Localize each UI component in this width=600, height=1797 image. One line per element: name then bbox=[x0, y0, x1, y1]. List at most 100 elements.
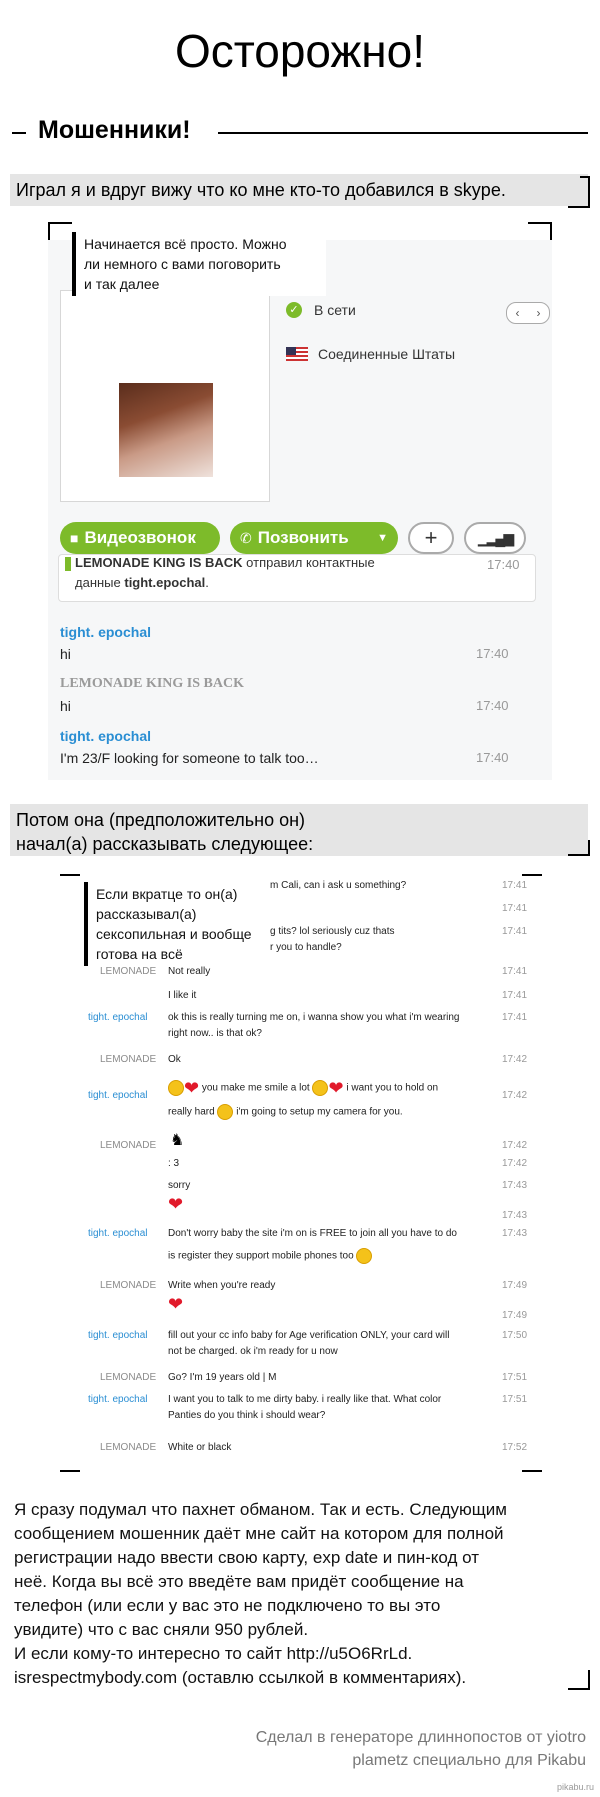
message-text: really hard bbox=[168, 1106, 215, 1118]
phone-icon: ✆ bbox=[240, 529, 252, 546]
story-paragraph: Я сразу подумал что пахнет обманом. Так … bbox=[14, 1498, 574, 1690]
smile-emoji-icon bbox=[356, 1248, 373, 1264]
call-button[interactable]: ✆ Позвонить ▼ bbox=[230, 522, 398, 554]
message-text: ok this is really turning me on, i wanna… bbox=[168, 1012, 460, 1023]
message-text: i'm going to setup my camera for you. bbox=[236, 1106, 403, 1118]
chevron-right-icon[interactable]: › bbox=[537, 306, 541, 320]
message-time: 17:41 bbox=[502, 966, 528, 977]
annotation-1: Начинается всё просто. Можно ли немного … bbox=[72, 232, 326, 296]
section-heading: Мошенники! bbox=[38, 116, 191, 144]
caption-1-corner-bottom bbox=[568, 196, 590, 208]
video-camera-icon: ■ bbox=[70, 530, 79, 546]
add-contact-button[interactable]: + bbox=[408, 522, 454, 554]
message-sender: tight. epochal bbox=[88, 1012, 148, 1023]
message-text: hi bbox=[60, 646, 71, 662]
message-time: 17:49 bbox=[502, 1280, 528, 1291]
message-text: White or black bbox=[168, 1442, 232, 1453]
footer-line: plametz специально для Pikabu bbox=[352, 1752, 586, 1769]
message-time: 17:42 bbox=[502, 1140, 528, 1151]
message-time: 17:49 bbox=[502, 1310, 528, 1321]
annotation-line: готова на всё bbox=[96, 946, 183, 962]
paragraph-line: Я сразу подумал что пахнет обманом. Так … bbox=[14, 1500, 507, 1519]
message-sender: LEMONADE KING IS BACK bbox=[60, 676, 244, 691]
wink-emoji-icon bbox=[217, 1104, 234, 1120]
paragraph-line: isrespectmybody.com (оставлю ссылкой в к… bbox=[14, 1668, 467, 1687]
message-time: 17:52 bbox=[502, 1442, 528, 1453]
watermark: pikabu.ru bbox=[556, 1782, 594, 1792]
plus-icon: + bbox=[424, 525, 438, 550]
profile-photo bbox=[119, 383, 213, 477]
message-sender: LEMONADE bbox=[100, 1140, 157, 1151]
paragraph-corner bbox=[568, 1670, 590, 1690]
message-sender: LEMONADE bbox=[100, 966, 157, 977]
message-text: you make me smile a lot bbox=[201, 1082, 310, 1094]
notice-marker bbox=[65, 557, 71, 571]
heart-emoji-icon: ❤ bbox=[184, 1078, 200, 1098]
status-row: ✓ В сети bbox=[286, 302, 356, 318]
message-time: 17:41 bbox=[502, 903, 528, 914]
video-call-button[interactable]: ■ Видеозвонок bbox=[60, 522, 220, 554]
annotation-line: сексопильная и вообще bbox=[96, 926, 252, 942]
annotation-line: ли немного с вами поговорить bbox=[84, 256, 281, 272]
message-sender: LEMONADE bbox=[100, 1372, 157, 1383]
message-time: 17:43 bbox=[502, 1180, 528, 1191]
message-text: i want you to hold on bbox=[346, 1082, 439, 1094]
chevron-down-icon[interactable]: ▼ bbox=[377, 532, 388, 544]
message-text: is register they support mobile phones t… bbox=[168, 1250, 354, 1262]
call-quality-button[interactable]: ▁▂▄▆ bbox=[464, 522, 526, 554]
skype-screenshot-profile: ✓ В сети ‹ › Соединенные Штаты ■ Видеозв… bbox=[48, 240, 552, 780]
emoji-line: is register they support mobile phones t… bbox=[168, 1248, 373, 1265]
annotation-line: и так далее bbox=[84, 276, 160, 292]
message-time: 17:42 bbox=[502, 1054, 528, 1065]
message-time: 17:40 bbox=[476, 750, 509, 765]
message-text: fill out your cc info baby for Age verif… bbox=[168, 1330, 450, 1341]
status-text: В сети bbox=[314, 302, 356, 318]
paragraph-line: сообщением мошенник даёт мне сайт на кот… bbox=[14, 1524, 504, 1543]
message-sender: tight. epochal bbox=[88, 1228, 148, 1239]
notice-time: 17:40 bbox=[487, 557, 520, 572]
smile-emoji-icon bbox=[168, 1080, 184, 1096]
message-text: m Cali, can i ask u something? bbox=[270, 880, 407, 891]
cat-emoji-icon: ♞ bbox=[170, 1132, 185, 1149]
paragraph-line: телефон (или если у вас это не подключен… bbox=[14, 1596, 441, 1615]
message-text: sorry bbox=[168, 1180, 191, 1191]
message-text: Ok bbox=[168, 1054, 181, 1065]
heart-emoji-icon: ❤ bbox=[328, 1078, 344, 1098]
message-sender: tight. epochal bbox=[88, 1330, 148, 1341]
message-time: 17:40 bbox=[476, 646, 509, 661]
caption-line: начал(а) рассказывать следующее: bbox=[16, 834, 314, 854]
annotation-line: Если вкратце то он(а) bbox=[96, 886, 238, 902]
message-time: 17:43 bbox=[502, 1210, 528, 1221]
profile-nav-buttons[interactable]: ‹ › bbox=[506, 302, 550, 324]
notice-sender: LEMONADE KING IS BACK bbox=[75, 555, 243, 570]
chevron-left-icon[interactable]: ‹ bbox=[516, 306, 520, 320]
caption-1: Играл я и вдруг вижу что ко мне кто-то д… bbox=[10, 174, 588, 206]
message-text: hi bbox=[60, 698, 71, 714]
message-time: 17:41 bbox=[502, 880, 528, 891]
message-text: I want you to talk to me dirty baby. i r… bbox=[168, 1394, 442, 1405]
caption-2-corner bbox=[568, 840, 590, 856]
paragraph-line: регистрации надо ввести свою карту, exp … bbox=[14, 1548, 479, 1567]
message-time: 17:42 bbox=[502, 1158, 528, 1169]
heading-rule-right bbox=[218, 132, 588, 134]
heart-emoji-icon: ❤ bbox=[168, 1194, 184, 1214]
country-text: Соединенные Штаты bbox=[318, 346, 456, 362]
message-sender: LEMONADE bbox=[100, 1280, 157, 1291]
notice-contact: tight.epochal bbox=[124, 575, 206, 590]
profile-card bbox=[60, 290, 270, 502]
annotation-2: Если вкратце то он(а) рассказывал(а) сек… bbox=[84, 882, 260, 966]
smile-emoji-icon bbox=[312, 1080, 329, 1096]
message-time: 17:41 bbox=[502, 1012, 528, 1023]
page-title: Осторожно! bbox=[174, 25, 426, 77]
heart-emoji-icon: ❤ bbox=[168, 1294, 184, 1314]
paragraph-line: увидите) что с вас сняли 950 рублей. bbox=[14, 1620, 309, 1639]
message-time: 17:40 bbox=[476, 698, 509, 713]
call-label: Позвонить bbox=[257, 528, 349, 547]
notice-text: отправил контактные bbox=[242, 555, 375, 570]
annotation-line: рассказывал(а) bbox=[96, 906, 197, 922]
video-call-label: Видеозвонок bbox=[84, 528, 196, 547]
notice-text: данные bbox=[75, 575, 125, 590]
message-time: 17:51 bbox=[502, 1394, 528, 1405]
message-time: 17:43 bbox=[502, 1228, 528, 1239]
emoji-line: ❤ you make me smile a lot ❤ i want you t… bbox=[168, 1078, 439, 1098]
